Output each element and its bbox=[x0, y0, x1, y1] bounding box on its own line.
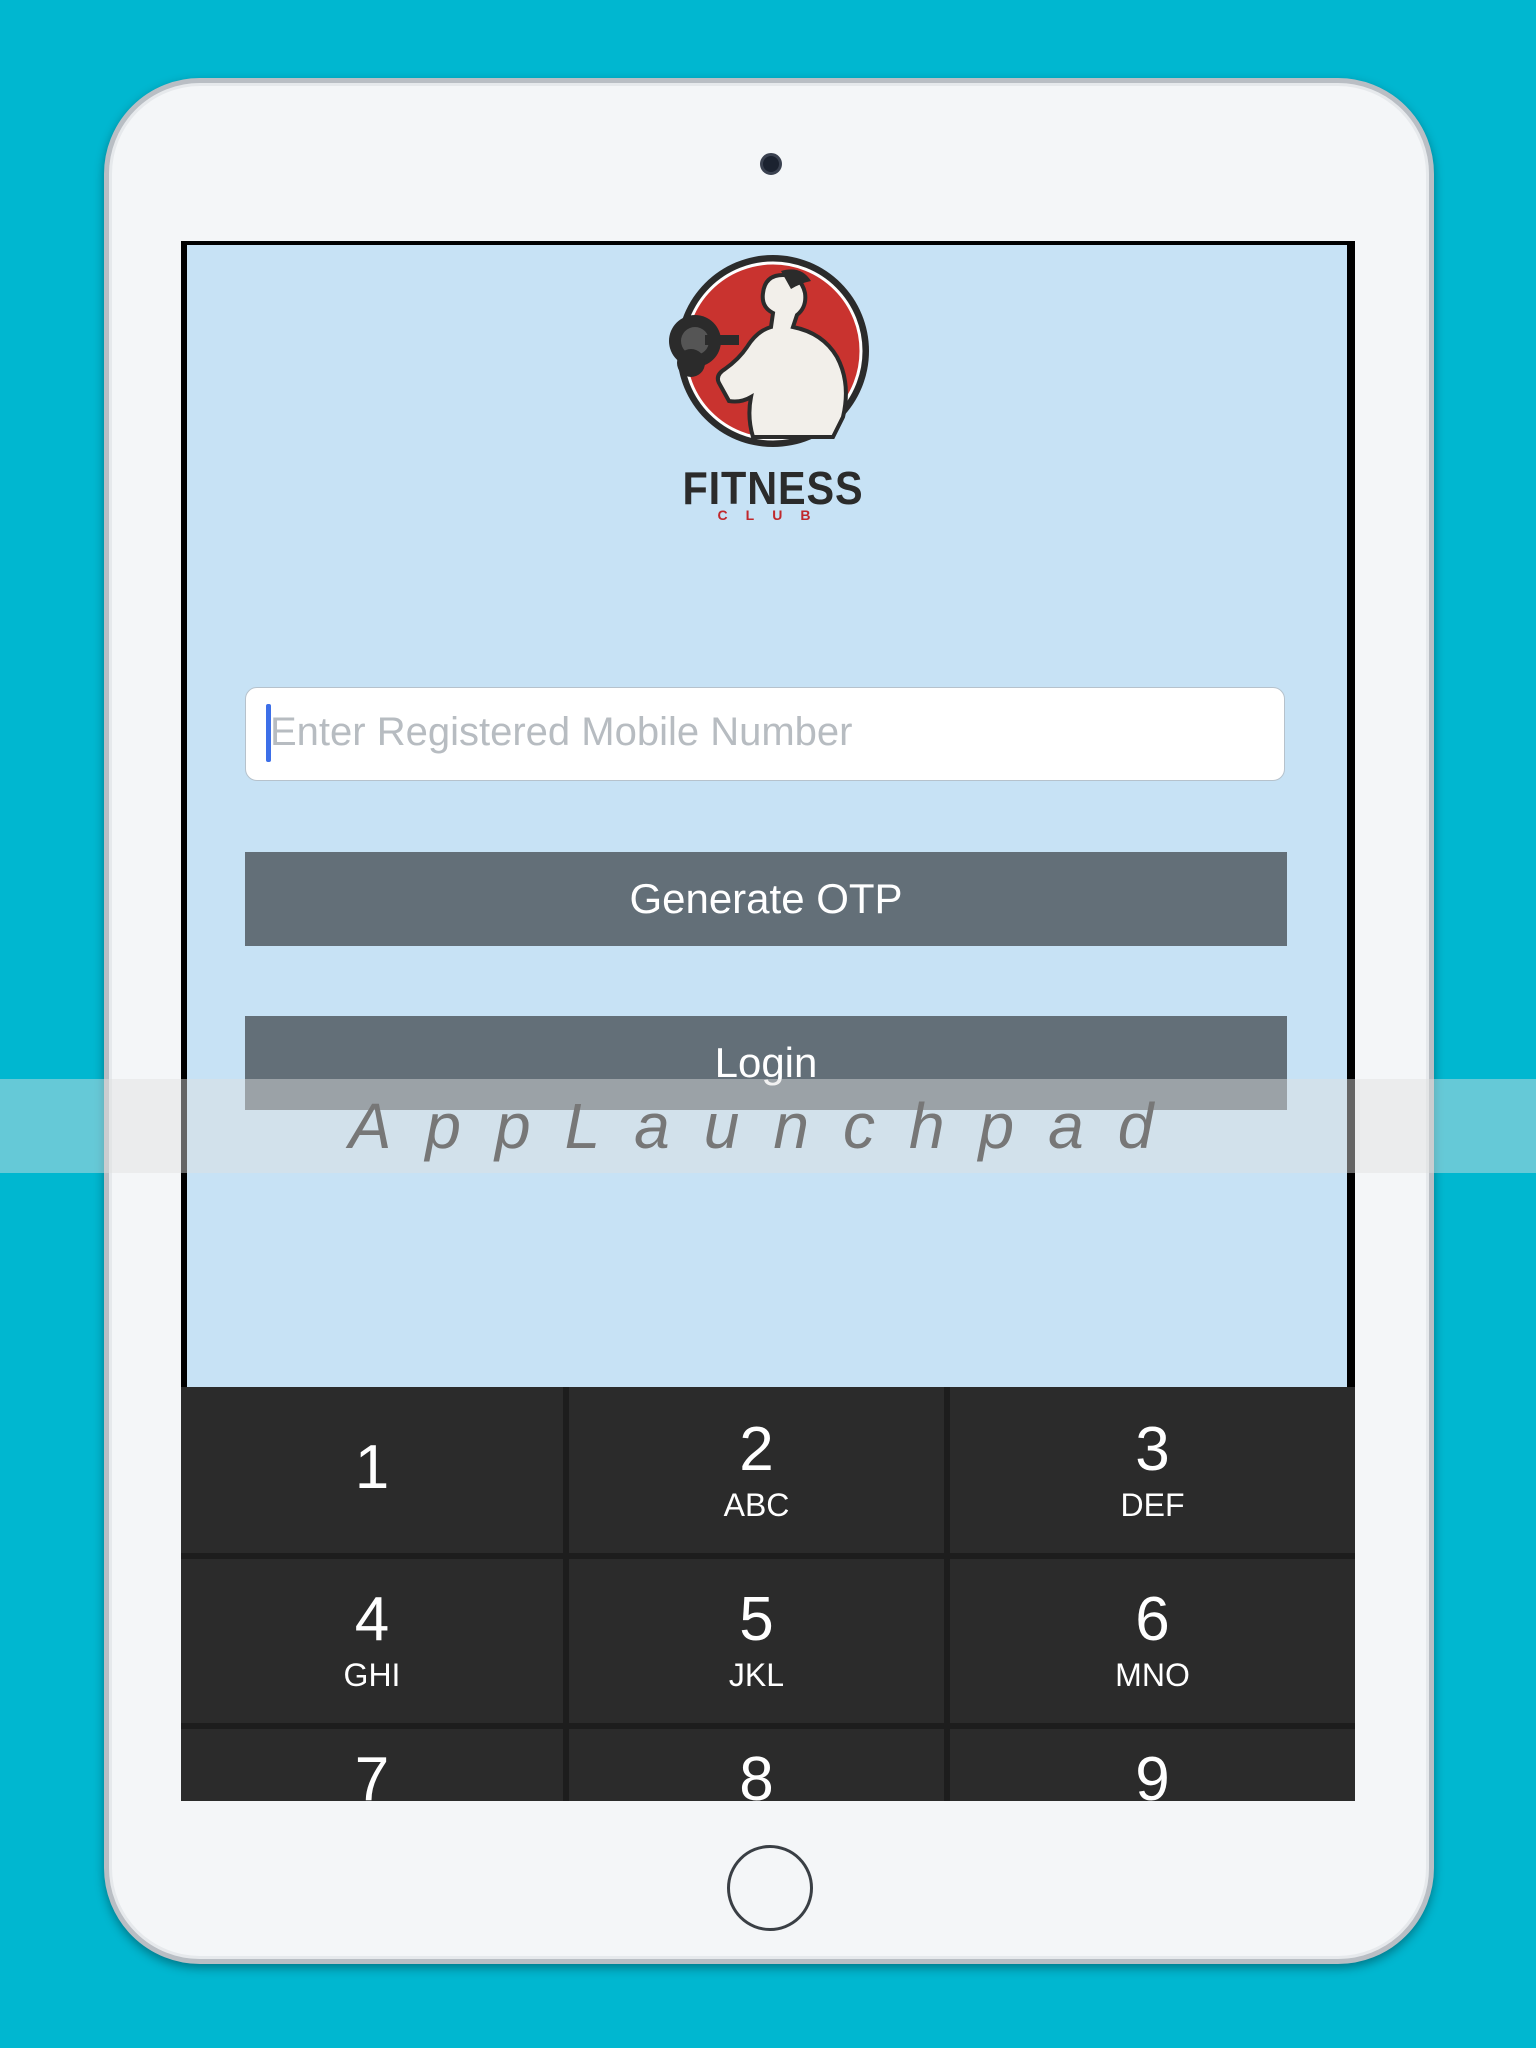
keypad-key-8[interactable]: 8 bbox=[569, 1729, 944, 1801]
generate-otp-button[interactable]: Generate OTP bbox=[245, 852, 1287, 946]
login-screen: FITNESS CLUB Enter Registered Mobile Num… bbox=[187, 245, 1347, 1387]
home-button[interactable] bbox=[727, 1845, 813, 1931]
keypad-key-letters: ABC bbox=[723, 1487, 790, 1523]
keypad-key-number: 8 bbox=[739, 1745, 774, 1802]
keypad-key-9[interactable]: 9 bbox=[950, 1729, 1355, 1801]
logo-subtitle: CLUB bbox=[717, 507, 829, 523]
mobile-number-placeholder: Enter Registered Mobile Number bbox=[270, 710, 853, 754]
keypad-key-letters: JKL bbox=[728, 1657, 785, 1693]
keypad-key-6[interactable]: 6 MNO bbox=[950, 1559, 1355, 1723]
keypad-key-5[interactable]: 5 JKL bbox=[569, 1559, 944, 1723]
keypad-key-letters: GHI bbox=[343, 1657, 401, 1693]
device-screen: FITNESS CLUB Enter Registered Mobile Num… bbox=[181, 241, 1355, 1801]
keypad-key-number: 6 bbox=[1135, 1585, 1170, 1654]
keypad-key-letters: MNO bbox=[1115, 1657, 1190, 1693]
keypad-key-number: 2 bbox=[739, 1415, 774, 1484]
keypad-key-number: 1 bbox=[354, 1433, 390, 1502]
keypad-key-number: 9 bbox=[1135, 1745, 1170, 1802]
keypad-key-4[interactable]: 4 GHI bbox=[181, 1559, 563, 1723]
watermark-band: AppLaunchpad bbox=[0, 1079, 1536, 1173]
keypad-key-3[interactable]: 3 DEF bbox=[950, 1387, 1355, 1553]
fitness-logo-emblem-icon bbox=[669, 255, 869, 447]
keypad-key-2[interactable]: 2 ABC bbox=[569, 1387, 944, 1553]
watermark-text: AppLaunchpad bbox=[348, 1090, 1188, 1162]
keypad-key-number: 3 bbox=[1135, 1415, 1170, 1484]
keypad-key-7[interactable]: 7 bbox=[181, 1729, 563, 1801]
mobile-number-input[interactable]: Enter Registered Mobile Number bbox=[245, 687, 1285, 781]
numeric-keypad: 1 2 ABC 3 DEF 4 GHI 5 JKL 6 MNO 7 8 9 bbox=[181, 1387, 1355, 1801]
fitness-club-logo: FITNESS CLUB bbox=[633, 245, 913, 525]
keypad-key-number: 4 bbox=[354, 1585, 390, 1654]
keypad-key-letters: DEF bbox=[1120, 1487, 1185, 1523]
keypad-key-1[interactable]: 1 bbox=[181, 1387, 563, 1553]
keypad-key-number: 7 bbox=[354, 1745, 390, 1802]
keypad-key-number: 5 bbox=[739, 1585, 774, 1654]
camera-icon bbox=[760, 153, 782, 175]
